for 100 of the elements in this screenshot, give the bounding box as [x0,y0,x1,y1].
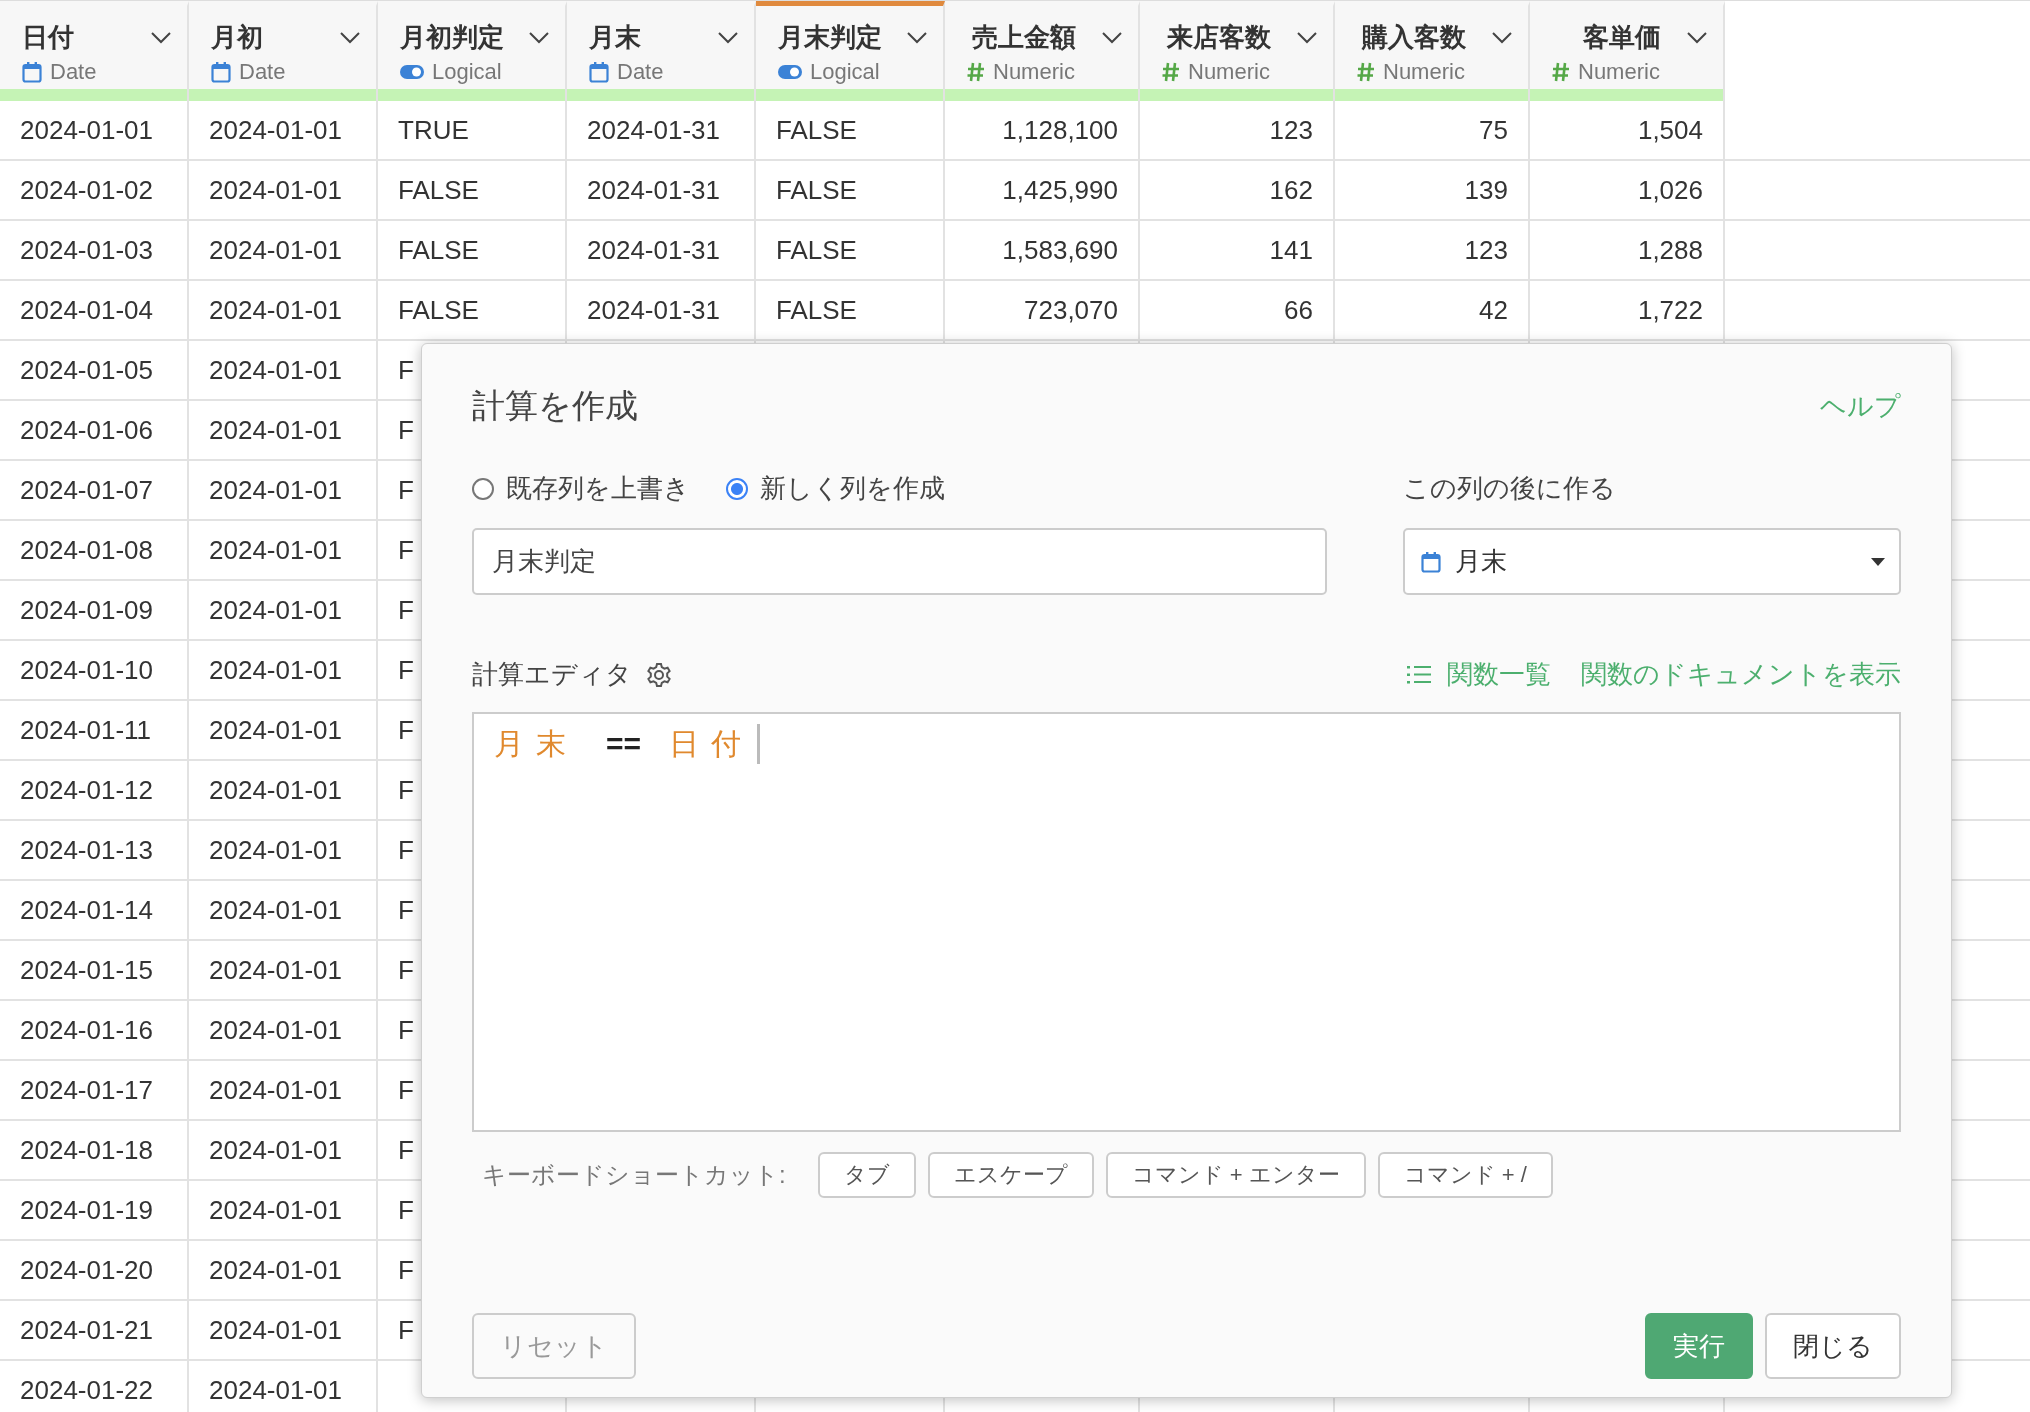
table-cell: FALSE [398,295,479,325]
column-type: Numeric [1578,59,1660,85]
settings-icon[interactable] [646,661,672,688]
column-type: Logical [432,59,502,85]
table-cell: 2024-01-01 [209,1195,342,1225]
table-cell: 2024-01-01 [209,355,342,385]
column-type: Logical [810,59,880,85]
calendar-icon [22,61,42,83]
chevron-down-icon[interactable] [907,31,927,44]
hash-icon [967,62,985,82]
close-button[interactable]: 閉じる [1765,1313,1901,1379]
column-header[interactable]: 来店客数 Numeric [1140,1,1335,89]
table-cell: 123 [1269,115,1313,145]
table-cell: F [398,895,414,925]
operator-token: == [606,726,642,762]
shortcut-key: タブ [817,1152,916,1198]
column-header[interactable]: 月末 Date [567,1,756,89]
table-cell: TRUE [398,115,469,145]
table-cell: 2024-01-13 [20,835,153,865]
table-cell: 66 [1284,295,1313,325]
radio-option[interactable]: 既存列を上書き [472,471,690,506]
table-cell: 2024-01-01 [20,115,153,145]
text-cursor [757,724,761,764]
chevron-down-icon[interactable] [1687,31,1707,44]
table-cell: 75 [1479,115,1508,145]
column-name: 購入客数 [1362,21,1466,54]
chevron-down-icon[interactable] [718,31,738,44]
table-cell: FALSE [776,175,857,205]
column-header[interactable]: 月初 Date [189,1,378,89]
column-type: Date [239,59,286,85]
calendar-icon [211,61,231,83]
table-cell: 1,722 [1637,295,1703,325]
column-name: 月初 [211,21,263,54]
radio-label: 新しく列を作成 [760,472,945,505]
column-type: Date [50,59,97,85]
table-cell: 2024-01-06 [20,415,153,445]
chevron-down-icon[interactable] [1297,31,1317,44]
table-cell: 2024-01-01 [209,1015,342,1045]
formula-editor[interactable]: 月末 == 日付 [472,712,1901,1132]
table-cell: 1,583,690 [1002,235,1118,265]
table-cell: FALSE [776,295,857,325]
table-cell: 2024-01-01 [209,115,342,145]
table-cell: 2024-01-01 [209,1075,342,1105]
table-cell: 2024-01-31 [587,235,720,265]
table-cell: FALSE [776,115,857,145]
column-header[interactable]: 売上金額 Numeric [945,1,1140,89]
chevron-down-icon[interactable] [340,31,360,44]
table-cell: 2024-01-19 [20,1195,153,1225]
table-cell: 723,070 [1024,295,1118,325]
column-header[interactable]: 購入客数 Numeric [1335,1,1530,89]
table-cell: 2024-01-01 [209,1135,342,1165]
table-cell: FALSE [776,235,857,265]
chevron-down-icon[interactable] [1492,31,1512,44]
radio-button[interactable] [726,477,748,500]
table-cell: F [398,1135,414,1165]
table-cell: F [398,1015,414,1045]
column-dropdown[interactable]: 月末 [1403,528,1901,595]
column-header[interactable]: 客単価 Numeric [1530,1,1725,89]
table-cell: 42 [1479,295,1508,325]
shortcut-key: コマンド + エンター [1105,1152,1366,1198]
table-cell: 2024-01-12 [20,775,153,805]
table-cell: FALSE [398,175,479,205]
table-cell: 2024-01-04 [20,295,153,325]
table-cell: F [398,835,414,865]
toggle-icon [778,64,802,80]
dialog-title: 計算を作成 [472,386,638,426]
column-name: 月初判定 [400,21,504,54]
column-name-field[interactable]: 月末判定 [472,528,1327,595]
table-cell: 2024-01-18 [20,1135,153,1165]
table-cell: 141 [1269,235,1313,265]
hash-icon [1162,62,1180,82]
column-header[interactable]: 月初判定 Logical [378,1,567,89]
chevron-down-icon[interactable] [529,31,549,44]
calendar-icon [1421,550,1441,573]
table-cell: F [398,655,414,685]
radio-option[interactable]: 新しく列を作成 [726,471,945,506]
column-name: 売上金額 [972,21,1076,54]
radio-button[interactable] [472,477,494,500]
table-cell: 2024-01-02 [20,175,153,205]
chevron-down-icon[interactable] [1102,31,1122,44]
column-header[interactable]: 日付 Date [0,1,189,89]
column-name: 客単価 [1583,21,1661,54]
table-cell: F [398,535,414,565]
table-cell: F [398,355,414,385]
table-cell: F [398,1255,414,1285]
table-cell: 2024-01-01 [209,595,342,625]
table-cell: 2024-01-01 [209,1375,342,1405]
table-cell: 2024-01-16 [20,1015,153,1045]
chevron-down-icon[interactable] [151,31,171,44]
table-cell: 2024-01-01 [209,235,342,265]
column-header[interactable]: 月末判定 Logical [756,1,945,89]
table-cell: F [398,1075,414,1105]
shortcuts-label: キーボードショートカット: [482,1160,786,1190]
hash-icon [1552,62,1570,82]
table-cell: 1,425,990 [1002,175,1118,205]
table-cell: 2024-01-01 [209,655,342,685]
table-cell: F [398,955,414,985]
table-cell: 2024-01-17 [20,1075,153,1105]
table-cell: 2024-01-11 [20,715,152,745]
table-cell: F [398,475,414,505]
